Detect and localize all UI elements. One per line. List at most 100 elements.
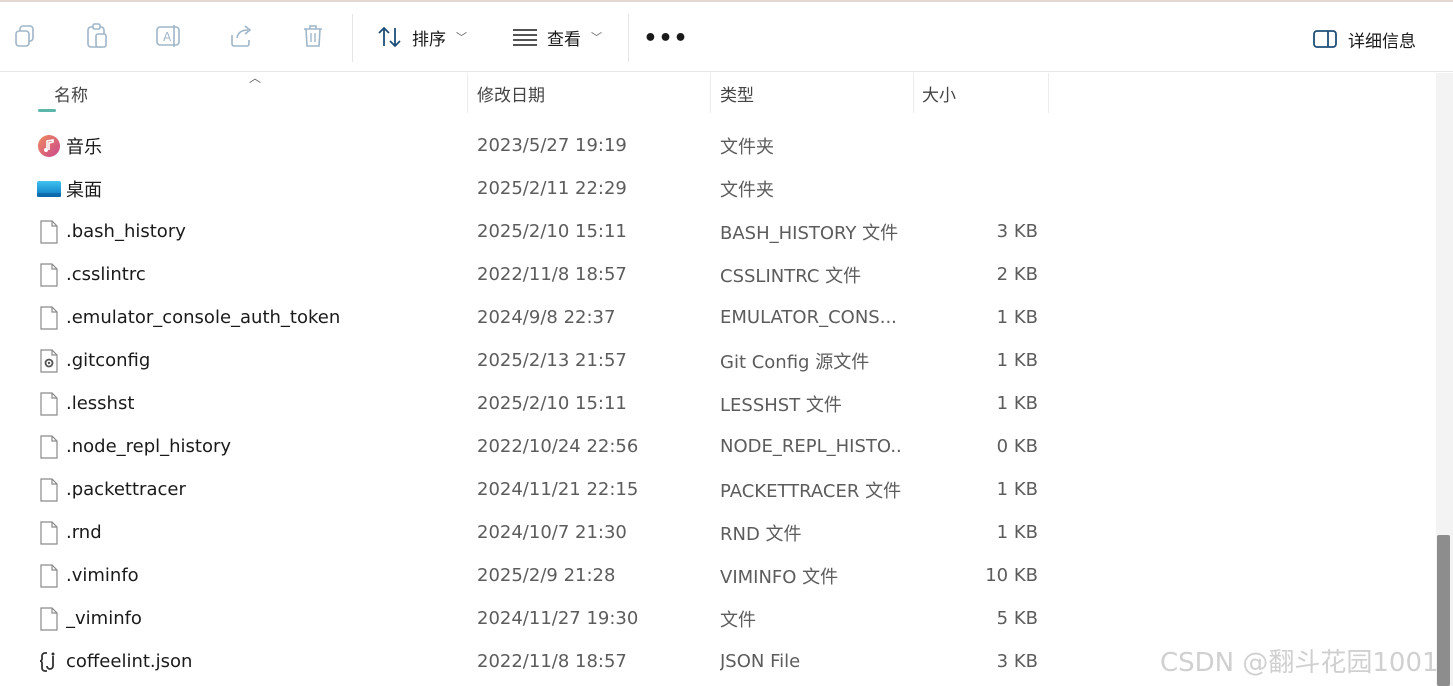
column-header-date[interactable]: 修改日期 bbox=[469, 73, 709, 113]
file-type: RND 文件 bbox=[720, 523, 802, 545]
column-resize-handle[interactable] bbox=[1048, 73, 1049, 113]
file-size: 10 KB bbox=[985, 565, 1038, 586]
file-icon bbox=[36, 597, 62, 640]
file-date: 2024/11/27 19:30 bbox=[477, 608, 639, 629]
file-type: NODE_REPL_HISTO... bbox=[720, 436, 902, 457]
file-size: 2 KB bbox=[996, 264, 1038, 285]
config-file-icon bbox=[36, 339, 62, 382]
table-row[interactable]: .node_repl_history 2022/10/24 22:56 NODE… bbox=[0, 425, 1436, 468]
file-size bbox=[914, 167, 1038, 210]
file-date: 2025/2/9 21:28 bbox=[477, 565, 616, 586]
file-date: 2024/10/7 21:30 bbox=[477, 522, 627, 543]
table-row[interactable]: .rnd 2024/10/7 21:30 RND 文件 1 KB bbox=[0, 511, 1436, 554]
column-header: ︿ 名称 修改日期 类型 大小 bbox=[0, 71, 1436, 113]
file-list: 音乐 2023/5/27 19:19 文件夹 桌面 2025/2/11 22:2… bbox=[0, 124, 1436, 683]
column-resize-handle[interactable] bbox=[710, 73, 711, 113]
paste-icon[interactable] bbox=[83, 22, 111, 50]
column-size-label: 大小 bbox=[922, 85, 956, 106]
rename-icon[interactable]: A bbox=[155, 22, 183, 50]
file-icon bbox=[36, 382, 62, 425]
toolbar-separator bbox=[628, 14, 629, 62]
delete-icon[interactable] bbox=[299, 22, 327, 50]
file-type: Git Config 源文件 bbox=[720, 351, 870, 373]
desktop-folder-icon bbox=[36, 167, 62, 210]
file-name: 桌面 bbox=[66, 179, 102, 201]
chevron-down-icon: ﹀ bbox=[456, 31, 467, 44]
column-header-name[interactable]: 名称 bbox=[46, 73, 466, 113]
file-icon bbox=[36, 511, 62, 554]
table-row[interactable]: .emulator_console_auth_token 2024/9/8 22… bbox=[0, 296, 1436, 339]
file-type: VIMINFO 文件 bbox=[720, 566, 839, 588]
file-type: 文件夹 bbox=[720, 179, 774, 201]
column-header-focus-indicator bbox=[38, 109, 56, 112]
column-name-label: 名称 bbox=[54, 85, 88, 106]
command-bar: A 排序 ﹀ 查看 ﹀ ••• 详细信息 bbox=[0, 2, 1453, 72]
file-size bbox=[914, 124, 1038, 167]
copy-icon[interactable] bbox=[11, 22, 39, 50]
file-size: 0 KB bbox=[996, 436, 1038, 457]
table-row[interactable]: 音乐 2023/5/27 19:19 文件夹 bbox=[0, 124, 1436, 167]
file-type: BASH_HISTORY 文件 bbox=[720, 222, 899, 244]
file-type: 文件 bbox=[720, 609, 756, 631]
table-row[interactable]: .lesshst 2025/2/10 15:11 LESSHST 文件 1 KB bbox=[0, 382, 1436, 425]
file-type: JSON File bbox=[720, 651, 801, 672]
more-options-button[interactable]: ••• bbox=[643, 24, 687, 52]
table-row[interactable]: .gitconfig 2025/2/13 21:57 Git Config 源文… bbox=[0, 339, 1436, 382]
file-size: 5 KB bbox=[996, 608, 1038, 629]
file-type: 文件夹 bbox=[720, 136, 774, 158]
details-pane-button[interactable]: 详细信息 bbox=[1312, 22, 1416, 56]
file-size: 3 KB bbox=[996, 651, 1038, 672]
file-name: .gitconfig bbox=[66, 350, 151, 371]
table-row[interactable]: 桌面 2025/2/11 22:29 文件夹 bbox=[0, 167, 1436, 210]
file-date: 2025/2/10 15:11 bbox=[477, 393, 627, 414]
file-size: 1 KB bbox=[996, 307, 1038, 328]
file-icon bbox=[36, 468, 62, 511]
file-size: 1 KB bbox=[996, 393, 1038, 414]
file-name: _viminfo bbox=[66, 608, 142, 629]
file-name: 音乐 bbox=[66, 136, 102, 158]
file-type: CSSLINTRC 文件 bbox=[720, 265, 862, 287]
file-name: .node_repl_history bbox=[66, 436, 232, 457]
share-icon[interactable] bbox=[227, 22, 255, 50]
table-row[interactable]: .packettracer 2024/11/21 22:15 PACKETTRA… bbox=[0, 468, 1436, 511]
file-date: 2022/11/8 18:57 bbox=[477, 264, 627, 285]
file-date: 2022/10/24 22:56 bbox=[477, 436, 639, 457]
table-row[interactable]: _viminfo 2024/11/27 19:30 文件 5 KB bbox=[0, 597, 1436, 640]
vertical-scrollbar-thumb[interactable] bbox=[1437, 535, 1450, 686]
file-name: .lesshst bbox=[66, 393, 135, 414]
table-row[interactable]: .viminfo 2025/2/9 21:28 VIMINFO 文件 10 KB bbox=[0, 554, 1436, 597]
table-row[interactable]: .csslintrc 2022/11/8 18:57 CSSLINTRC 文件 … bbox=[0, 253, 1436, 296]
file-name: .packettracer bbox=[66, 479, 186, 500]
column-header-type[interactable]: 类型 bbox=[712, 73, 912, 113]
details-label: 详细信息 bbox=[1348, 31, 1416, 52]
watermark: CSDN @翻斗花园1001 bbox=[1160, 648, 1439, 678]
file-type: LESSHST 文件 bbox=[720, 394, 842, 416]
file-size: 1 KB bbox=[996, 522, 1038, 543]
file-date: 2024/9/8 22:37 bbox=[477, 307, 616, 328]
file-date: 2025/2/10 15:11 bbox=[477, 221, 627, 242]
file-name: coffeelint.json bbox=[66, 651, 193, 672]
file-name: .rnd bbox=[66, 522, 102, 543]
column-type-label: 类型 bbox=[720, 85, 754, 106]
view-label: 查看 bbox=[547, 29, 581, 50]
table-row[interactable]: .bash_history 2025/2/10 15:11 BASH_HISTO… bbox=[0, 210, 1436, 253]
sort-icon bbox=[378, 26, 401, 48]
sort-button[interactable]: 排序 ﹀ bbox=[376, 20, 467, 54]
file-name: .emulator_console_auth_token bbox=[66, 307, 341, 328]
file-icon bbox=[36, 296, 62, 339]
file-type: PACKETTRACER 文件 bbox=[720, 480, 902, 502]
file-date: 2025/2/11 22:29 bbox=[477, 178, 627, 199]
column-date-label: 修改日期 bbox=[477, 85, 545, 106]
file-icon bbox=[36, 554, 62, 597]
file-date: 2022/11/8 18:57 bbox=[477, 651, 627, 672]
svg-text:A: A bbox=[163, 30, 172, 44]
file-icon bbox=[36, 425, 62, 468]
view-button[interactable]: 查看 ﹀ bbox=[511, 20, 602, 54]
column-header-size[interactable]: 大小 bbox=[914, 73, 1048, 113]
file-date: 2023/5/27 19:19 bbox=[477, 135, 627, 156]
file-size: 3 KB bbox=[996, 221, 1038, 242]
sort-label: 排序 bbox=[412, 29, 446, 50]
file-size: 1 KB bbox=[996, 350, 1038, 371]
json-file-icon bbox=[36, 640, 62, 683]
column-resize-handle[interactable] bbox=[467, 73, 468, 113]
